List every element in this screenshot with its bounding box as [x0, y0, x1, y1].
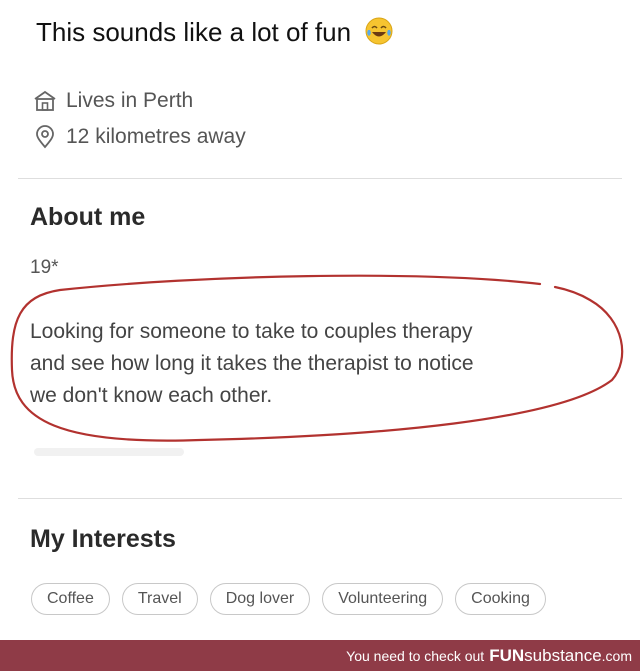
site-logo: FUNsubstance.com — [489, 646, 632, 666]
lives-in-row: Lives in Perth — [32, 88, 193, 114]
interest-chip-travel[interactable]: Travel — [121, 583, 198, 615]
bio-line: we don't know each other. — [30, 384, 273, 407]
interest-chip-cooking[interactable]: Cooking — [455, 583, 546, 615]
distance-row: 12 kilometres away — [32, 124, 246, 150]
interests-list: Coffee Travel Dog lover Volunteering Coo… — [31, 583, 546, 615]
interest-chip-dog-lover[interactable]: Dog lover — [209, 583, 311, 615]
lives-in-text: Lives in Perth — [66, 89, 194, 112]
my-interests-heading: My Interests — [30, 525, 176, 553]
bio-text: Looking for someone to take to couples t… — [30, 316, 620, 412]
age-text: 19* — [30, 257, 59, 278]
section-divider — [18, 178, 622, 179]
location-pin-icon — [36, 125, 54, 149]
interest-chip-coffee[interactable]: Coffee — [31, 583, 110, 615]
logo-domain: .com — [601, 647, 632, 664]
bio-line: and see how long it takes the therapist … — [30, 352, 474, 375]
logo-fun: FUN — [489, 645, 525, 665]
distance-text: 12 kilometres away — [66, 125, 246, 148]
laughing-crying-emoji-icon — [365, 17, 393, 45]
caption-text: This sounds like a lot of fun — [36, 17, 352, 47]
about-me-heading: About me — [30, 203, 146, 231]
home-icon — [34, 90, 56, 111]
interest-chip-volunteering[interactable]: Volunteering — [322, 583, 444, 615]
watermark-footer: You need to check out FUNsubstance.com — [0, 640, 640, 671]
logo-substance: substance — [524, 645, 602, 665]
footer-text: You need to check out — [346, 647, 485, 664]
section-divider — [18, 498, 622, 499]
bio-line: Looking for someone to take to couples t… — [30, 320, 473, 343]
faded-text-placeholder — [34, 448, 184, 456]
post-caption: This sounds like a lot of fun — [36, 16, 394, 48]
